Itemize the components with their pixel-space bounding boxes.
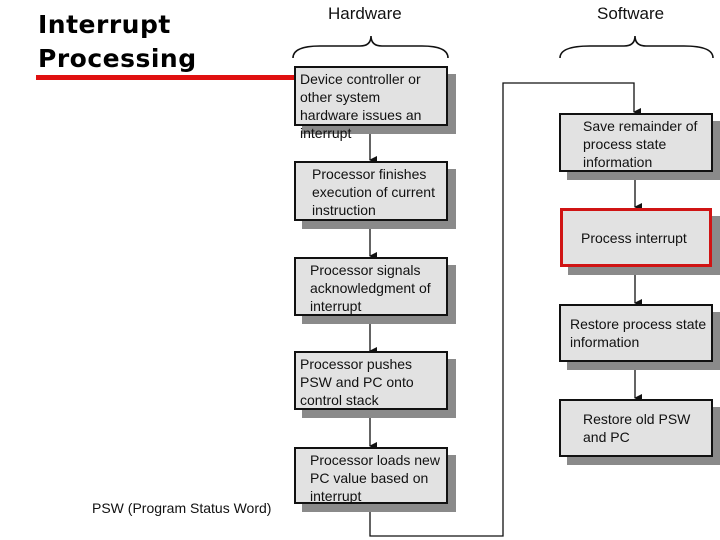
- hw-step-1: Device controller or other system hardwa…: [294, 66, 448, 141]
- sw-step-1: Save remainder of process state informat…: [559, 113, 713, 172]
- sw-step-2-highlighted: Process interrupt: [560, 208, 712, 267]
- hw-step-2: Processor finishes execution of current …: [294, 161, 448, 221]
- hardware-brace: [292, 35, 449, 59]
- hw-step-5: Processor loads new PC value based on in…: [294, 447, 448, 504]
- hw-step-4: Processor pushes PSW and PC onto control…: [294, 351, 448, 410]
- sw-step-4: Restore old PSW and PC: [559, 399, 713, 457]
- psw-footnote: PSW (Program Status Word): [92, 500, 272, 516]
- hw-step-3: Processor signals acknowledgment of inte…: [294, 257, 448, 316]
- software-brace: [559, 35, 714, 59]
- sw-step-3: Restore process state information: [559, 304, 713, 362]
